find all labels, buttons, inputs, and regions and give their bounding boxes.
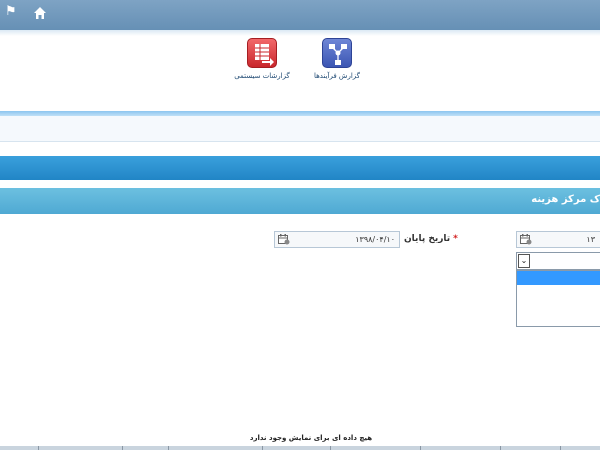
calendar-icon[interactable] — [278, 234, 290, 245]
start-date-input[interactable]: ۱۳ — [516, 231, 600, 248]
ribbon-tab-strip — [0, 116, 600, 142]
section-header-bar — [0, 156, 600, 180]
process-network-icon — [322, 38, 352, 68]
system-report-label: گزارشات سیستمی — [234, 72, 290, 80]
required-mark: * — [453, 234, 458, 244]
process-report-button[interactable]: گزارش فرآیندها — [297, 38, 377, 88]
cost-center-dropdown-list — [516, 270, 600, 327]
end-date-value: ۱۳۹۸/۰۴/۱۰ — [355, 235, 395, 244]
panel-title-bar: ک مرکز هزینه — [0, 188, 600, 214]
dropdown-selected-item[interactable] — [517, 271, 600, 285]
grid-empty-message: هیچ داده ای برای نمایش وجود ندارد — [249, 434, 373, 442]
process-report-label: گزارش فرآیندها — [313, 72, 360, 80]
panel-title: ک مرکز هزینه — [531, 194, 600, 205]
system-report-icon — [247, 38, 277, 68]
top-strip — [0, 30, 600, 36]
start-date-value: ۱۳ — [586, 235, 595, 244]
top-bar: ⚑ — [0, 0, 600, 30]
flag-icon[interactable]: ⚑ — [5, 4, 17, 19]
end-date-label: *تاریخ پایان — [404, 234, 458, 244]
calendar-icon[interactable] — [520, 234, 532, 245]
end-date-input[interactable]: ۱۳۹۸/۰۴/۱۰ — [274, 231, 400, 248]
cost-center-combo[interactable]: ⌄ — [516, 252, 600, 270]
grid-footer — [0, 446, 600, 450]
home-icon[interactable] — [33, 6, 47, 20]
system-report-button[interactable]: گزارشات سیستمی — [222, 38, 302, 88]
chevron-down-icon[interactable]: ⌄ — [518, 254, 530, 268]
